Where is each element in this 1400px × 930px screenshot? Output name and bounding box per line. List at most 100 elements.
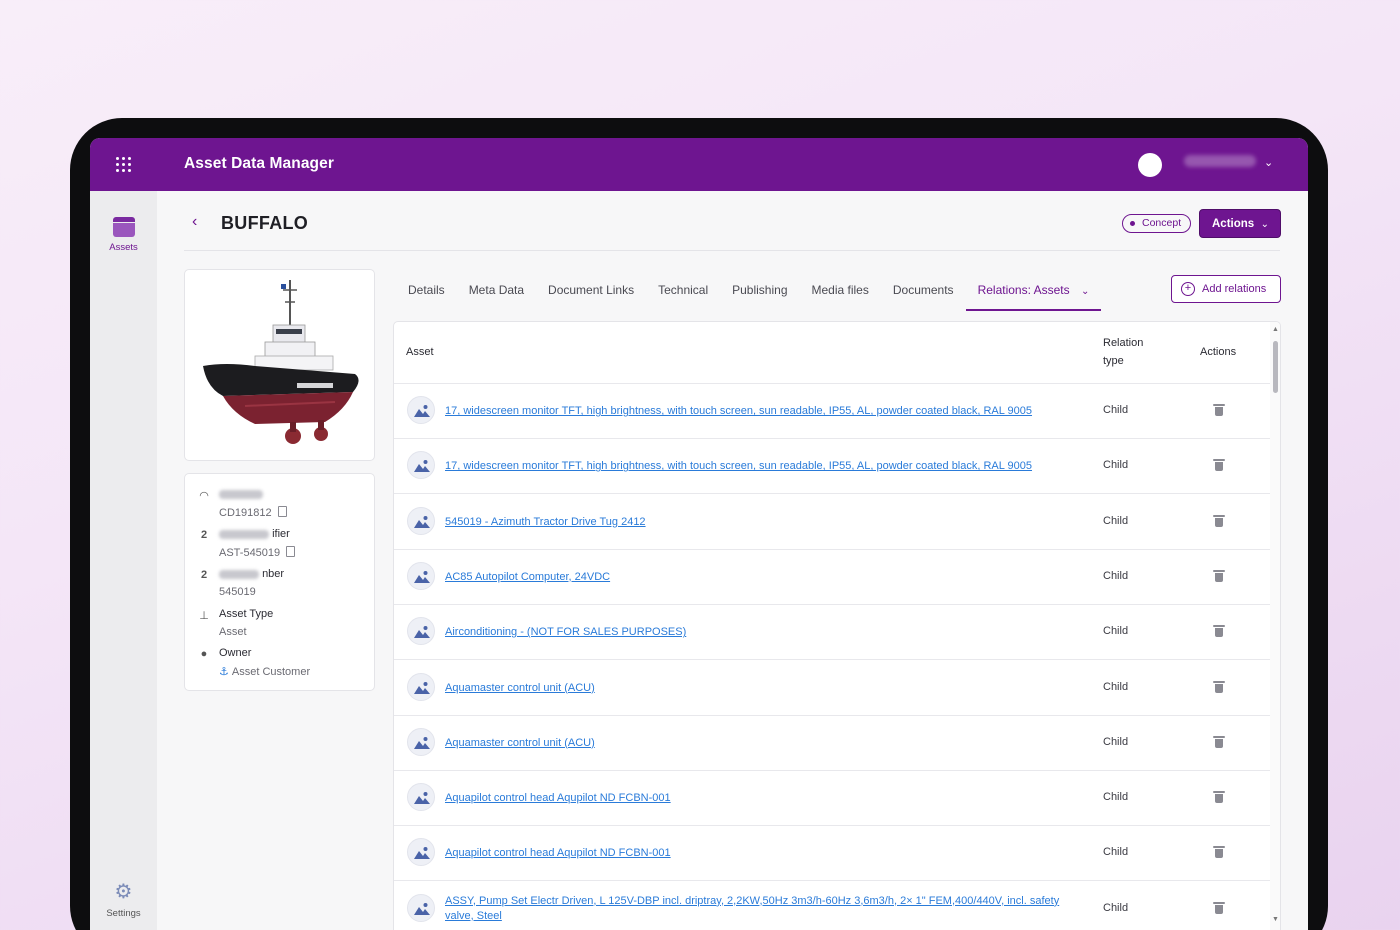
scroll-up-arrow-icon[interactable]: ▲ xyxy=(1272,326,1279,333)
user-name-blurred[interactable] xyxy=(1184,155,1256,167)
tab-technical[interactable]: Technical xyxy=(646,275,720,311)
copy-icon[interactable] xyxy=(286,546,296,557)
asset-image-card xyxy=(184,269,375,461)
info-asset-type: ⊥ Asset Type Asset xyxy=(198,608,368,644)
user-avatar[interactable] xyxy=(1138,153,1162,177)
image-placeholder-icon xyxy=(407,451,435,480)
table-row: Aquapilot control head Aqupilot ND FCBN-… xyxy=(394,771,1270,827)
info-value: 545019 xyxy=(219,586,256,598)
relation-header-line2: type xyxy=(1103,355,1124,367)
app-screen: Asset Data Manager ⌄ Assets ⚙ Settings ‹… xyxy=(90,138,1308,930)
code-value: CD191812 xyxy=(219,507,272,519)
trash-icon[interactable] xyxy=(1213,459,1225,472)
relation-type: Child xyxy=(1103,459,1129,472)
trash-icon[interactable] xyxy=(1213,846,1225,859)
info-number: 2 nber 545019 xyxy=(198,568,368,604)
table-row: Airconditioning - (NOT FOR SALES PURPOSE… xyxy=(394,605,1270,661)
trash-icon[interactable] xyxy=(1213,680,1225,693)
table-row: 17, widescreen monitor TFT, high brightn… xyxy=(394,384,1270,439)
sidebar: Assets ⚙ Settings xyxy=(90,191,157,930)
trash-icon[interactable] xyxy=(1213,901,1225,914)
plus-circle-icon: + xyxy=(1181,282,1195,296)
trash-icon[interactable] xyxy=(1213,514,1225,527)
asset-link[interactable]: Aquapilot control head Aqupilot ND FCBN-… xyxy=(445,791,1085,806)
owner-value: ⚓ Asset Customer xyxy=(219,665,310,678)
relation-type: Child xyxy=(1103,680,1129,693)
relation-type: Child xyxy=(1103,625,1129,638)
column-header-relation-type: Relation type xyxy=(1103,334,1143,370)
add-relations-button[interactable]: + Add relations xyxy=(1171,275,1281,303)
number-icon: 2 xyxy=(200,529,208,541)
chevron-down-icon: ⌄ xyxy=(1080,286,1090,297)
owner-value-text: Asset Customer xyxy=(231,666,311,678)
status-badge: Concept xyxy=(1122,214,1192,233)
image-placeholder-icon xyxy=(407,838,435,867)
trash-icon[interactable] xyxy=(1213,569,1225,582)
asset-link[interactable]: Aquamaster control unit (ACU) xyxy=(445,681,1085,696)
asset-info-card: ◠ CD191812 2 ifier AST-545019 2 nber 545… xyxy=(184,473,375,691)
info-label: nber xyxy=(219,568,284,580)
tab-relations-assets[interactable]: Relations: Assets ⌄ xyxy=(965,275,1102,311)
scrollbar[interactable]: ▲ ▼ xyxy=(1270,322,1280,930)
tab-publishing[interactable]: Publishing xyxy=(720,275,799,311)
asset-link[interactable]: AC85 Autopilot Computer, 24VDC xyxy=(445,570,1085,585)
asset-link[interactable]: Airconditioning - (NOT FOR SALES PURPOSE… xyxy=(445,625,1085,640)
copy-icon[interactable] xyxy=(277,506,287,517)
tab-document-links[interactable]: Document Links xyxy=(536,275,646,311)
actions-button[interactable]: Actions ⌄ xyxy=(1199,209,1281,238)
asset-link[interactable]: 17, widescreen monitor TFT, high brightn… xyxy=(445,404,1085,419)
back-arrow-icon[interactable]: ‹ xyxy=(192,213,197,231)
relation-type: Child xyxy=(1103,735,1129,748)
trash-icon[interactable] xyxy=(1213,404,1225,416)
asset-link[interactable]: 17, widescreen monitor TFT, high brightn… xyxy=(445,459,1085,474)
image-placeholder-icon xyxy=(407,727,435,756)
chevron-down-icon[interactable]: ⌄ xyxy=(1264,156,1273,169)
relation-type: Child xyxy=(1103,404,1129,416)
asset-type-value: Asset xyxy=(219,626,247,638)
tab-documents[interactable]: Documents xyxy=(881,275,966,311)
image-placeholder-icon xyxy=(407,396,435,424)
image-placeholder-icon xyxy=(407,783,435,812)
relation-type: Child xyxy=(1103,846,1129,859)
column-header-actions: Actions xyxy=(1200,346,1237,358)
asset-type-label: Asset Type xyxy=(219,608,274,620)
table-row: Aquapilot control head Aqupilot ND FCBN-… xyxy=(394,826,1270,882)
table-row: 17, widescreen monitor TFT, high brightn… xyxy=(394,439,1270,495)
relation-header-line1: Relation xyxy=(1103,337,1144,349)
image-placeholder-icon xyxy=(407,506,435,535)
trash-icon[interactable] xyxy=(1213,791,1225,804)
relations-table: Asset Relation type Actions 17, widescre… xyxy=(393,321,1281,930)
sidebar-item-assets[interactable]: Assets xyxy=(100,217,147,261)
tab-media-files[interactable]: Media files xyxy=(800,275,881,311)
sidebar-item-label: Settings xyxy=(106,908,141,919)
chevron-down-icon: ⌄ xyxy=(1260,219,1269,230)
table-row: ASSY, Pump Set Electr Driven, L 125V-DBP… xyxy=(394,882,1270,930)
asset-link[interactable]: Aquapilot control head Aqupilot ND FCBN-… xyxy=(445,846,1085,861)
relation-type: Child xyxy=(1103,514,1129,527)
sidebar-item-settings[interactable]: ⚙ Settings xyxy=(100,881,147,921)
number-label-suffix: nber xyxy=(262,568,285,580)
tab-relations-assets-label: Relations: Assets xyxy=(977,283,1070,297)
relation-type: Child xyxy=(1103,791,1129,804)
table-row: 545019 - Azimuth Tractor Drive Tug 2412 C… xyxy=(394,495,1270,550)
scroll-down-arrow-icon[interactable]: ▼ xyxy=(1272,916,1279,923)
actions-button-label: Actions xyxy=(1212,218,1255,230)
top-bar: Asset Data Manager ⌄ xyxy=(90,138,1308,191)
trash-icon[interactable] xyxy=(1213,735,1225,748)
app-grid-icon[interactable] xyxy=(116,157,131,172)
asset-link[interactable]: 545019 - Azimuth Tractor Drive Tug 2412 xyxy=(445,515,1085,530)
tab-details[interactable]: Details xyxy=(396,275,457,311)
hierarchy-icon: ⊥ xyxy=(199,610,209,622)
tab-meta-data[interactable]: Meta Data xyxy=(457,275,536,311)
asset-link[interactable]: Aquamaster control unit (ACU) xyxy=(445,736,1085,751)
identifier-label-suffix: ifier xyxy=(272,528,290,540)
table-header: Asset Relation type Actions xyxy=(394,322,1270,384)
asset-link[interactable]: ASSY, Pump Set Electr Driven, L 125V-DBP… xyxy=(445,894,1085,924)
image-placeholder-icon xyxy=(407,617,435,646)
fingerprint-icon: ◠ xyxy=(199,490,209,502)
trash-icon[interactable] xyxy=(1213,625,1225,638)
info-label: ifier xyxy=(219,528,290,540)
scrollbar-thumb[interactable] xyxy=(1273,341,1278,393)
info-identifier: 2 ifier AST-545019 xyxy=(198,528,368,564)
info-value: CD191812 xyxy=(219,506,287,519)
